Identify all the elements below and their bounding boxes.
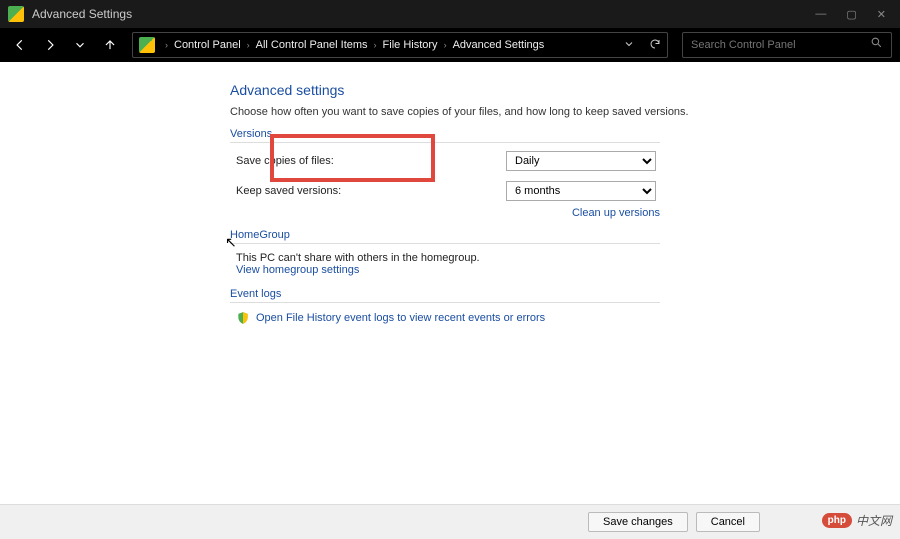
address-bar[interactable]: › Control Panel › All Control Panel Item… xyxy=(132,32,668,58)
minimize-button[interactable]: — xyxy=(815,8,826,21)
event-logs-link[interactable]: Open File History event logs to view rec… xyxy=(256,312,545,324)
forward-button[interactable] xyxy=(38,33,62,57)
save-copies-select[interactable]: Daily xyxy=(506,151,656,171)
navbar: › Control Panel › All Control Panel Item… xyxy=(0,28,900,62)
search-input[interactable] xyxy=(691,39,870,51)
eventlogs-header: Event logs xyxy=(230,288,660,303)
search-box[interactable] xyxy=(682,32,892,58)
save-copies-label: Save copies of files: xyxy=(236,155,506,167)
recent-dropdown[interactable] xyxy=(68,33,92,57)
chevron-right-icon: › xyxy=(165,40,168,50)
shield-icon xyxy=(236,311,250,325)
watermark: php 中文网 xyxy=(822,512,892,529)
keep-versions-label: Keep saved versions: xyxy=(236,185,506,197)
page-description: Choose how often you want to save copies… xyxy=(230,106,900,118)
refresh-button[interactable] xyxy=(649,38,661,53)
address-dropdown[interactable] xyxy=(623,38,635,53)
page-title: Advanced settings xyxy=(230,82,900,98)
chevron-right-icon: › xyxy=(374,40,377,50)
back-button[interactable] xyxy=(8,33,32,57)
breadcrumb-item[interactable]: Advanced Settings xyxy=(453,39,545,51)
breadcrumb-item[interactable]: File History xyxy=(383,39,438,51)
chevron-right-icon: › xyxy=(247,40,250,50)
homegroup-text: This PC can't share with others in the h… xyxy=(236,252,900,264)
breadcrumb-item[interactable]: All Control Panel Items xyxy=(256,39,368,51)
save-button[interactable]: Save changes xyxy=(588,512,688,532)
cleanup-versions-link[interactable]: Clean up versions xyxy=(572,207,660,219)
control-panel-icon xyxy=(139,37,155,53)
close-button[interactable]: ✕ xyxy=(877,8,886,21)
window-title: Advanced Settings xyxy=(32,7,815,21)
homegroup-settings-link[interactable]: View homegroup settings xyxy=(236,264,359,276)
watermark-text: 中文网 xyxy=(856,512,892,529)
cancel-button[interactable]: Cancel xyxy=(696,512,760,532)
titlebar: Advanced Settings — ▢ ✕ xyxy=(0,0,900,28)
homegroup-header: HomeGroup xyxy=(230,229,660,244)
footer: Save changes Cancel xyxy=(0,504,900,539)
chevron-right-icon: › xyxy=(444,40,447,50)
content-area: Advanced settings Choose how often you w… xyxy=(0,62,900,504)
search-icon[interactable] xyxy=(870,36,883,54)
versions-header: Versions xyxy=(230,128,660,143)
breadcrumb-item[interactable]: Control Panel xyxy=(174,39,241,51)
app-icon xyxy=(8,6,24,22)
watermark-logo: php xyxy=(822,513,852,528)
maximize-button[interactable]: ▢ xyxy=(846,8,856,21)
keep-versions-select[interactable]: 6 months xyxy=(506,181,656,201)
up-button[interactable] xyxy=(98,33,122,57)
